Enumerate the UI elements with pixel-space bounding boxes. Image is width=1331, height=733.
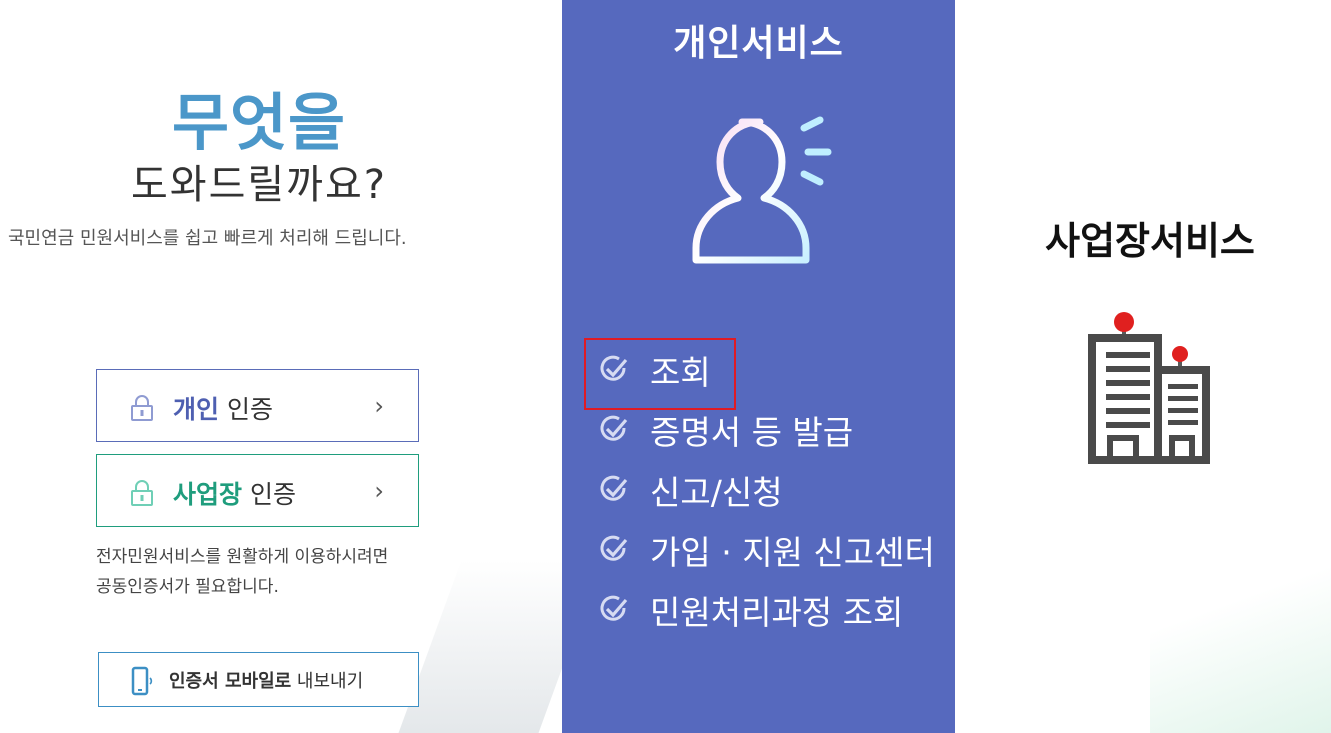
menu-item-label: 민원처리과정 조회 — [650, 593, 904, 632]
auth-note: 전자민원서비스를 원활하게 이용하시려면 공동인증서가 필요합니다. — [96, 547, 389, 597]
background-decoration — [1150, 560, 1331, 733]
subtitle: 국민연금 민원서비스를 쉽고 빠르게 처리해 드립니다. — [8, 228, 407, 249]
menu-item-process-inquiry[interactable]: 민원처리과정 조회 — [584, 580, 935, 640]
personal-service-menu: 조회 증명서 등 발급 신고/신청 가입 · 지원 신고센터 민원처리과정 조회 — [584, 338, 935, 640]
menu-item-label: 신고/신청 — [650, 473, 783, 512]
personal-auth-button[interactable]: 개인 인증 › — [96, 369, 419, 442]
headline-secondary: 도와드릴까요? — [130, 162, 388, 208]
building-icon[interactable] — [1080, 308, 1216, 468]
mobile-export-button[interactable]: 인증서 모바일로 내보내기 — [98, 652, 419, 707]
menu-item-label: 가입 · 지원 신고센터 — [650, 533, 935, 572]
check-circle-icon — [600, 535, 628, 561]
chevron-right-icon: › — [374, 392, 384, 420]
person-icon — [692, 116, 832, 264]
business-service-title[interactable]: 사업장서비스 — [1000, 210, 1300, 265]
menu-item-inquiry[interactable]: 조회 — [584, 338, 935, 410]
mobile-export-label: 인증서 모바일로 내보내기 — [169, 671, 364, 692]
business-auth-label: 사업장 인증 — [173, 480, 296, 509]
check-circle-icon — [600, 355, 628, 381]
lock-icon — [131, 395, 153, 421]
menu-item-support-center[interactable]: 가입 · 지원 신고센터 — [584, 520, 935, 580]
chevron-right-icon: › — [374, 477, 384, 505]
menu-item-report[interactable]: 신고/신청 — [584, 460, 935, 520]
business-auth-button[interactable]: 사업장 인증 › — [96, 454, 419, 527]
left-column: 무엇을 도와드릴까요? 국민연금 민원서비스를 쉽고 빠르게 처리해 드립니다.… — [0, 0, 560, 733]
personal-auth-label: 개인 인증 — [173, 395, 273, 424]
menu-item-label: 조회 — [650, 353, 711, 392]
check-circle-icon — [600, 415, 628, 441]
personal-service-title: 개인서비스 — [673, 23, 844, 64]
menu-item-certificate[interactable]: 증명서 등 발급 — [584, 400, 935, 460]
phone-icon — [131, 666, 153, 696]
check-circle-icon — [600, 595, 628, 621]
headline-primary: 무엇을 — [171, 86, 347, 159]
lock-icon — [131, 480, 153, 506]
check-circle-icon — [600, 475, 628, 501]
personal-service-panel: 개인서비스 조회 증명서 등 발급 신고/신청 가입 · 지원 신고센터 민원처… — [562, 0, 955, 733]
menu-item-label: 증명서 등 발급 — [650, 413, 854, 452]
